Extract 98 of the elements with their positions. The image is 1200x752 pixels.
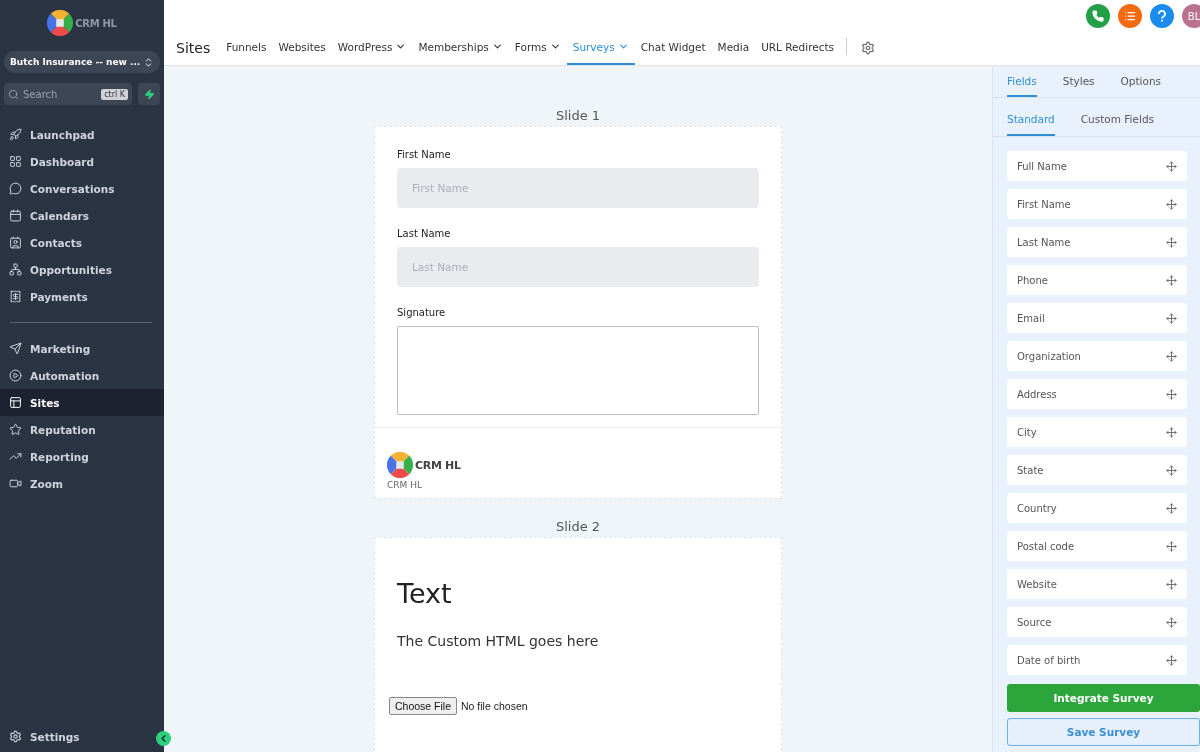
nav-tab[interactable]: Funnels xyxy=(220,30,273,65)
drag-handle-icon[interactable] xyxy=(1166,198,1177,210)
panel-tab[interactable]: Styles xyxy=(1062,66,1095,97)
drag-handle-icon[interactable] xyxy=(1166,616,1177,628)
list-button[interactable] xyxy=(1118,4,1142,28)
field-item[interactable]: City xyxy=(1007,417,1187,447)
nav-item[interactable]: Dashboard xyxy=(0,148,164,175)
nav-item[interactable]: Payments xyxy=(0,283,164,310)
drag-handle-icon[interactable] xyxy=(1166,388,1177,400)
logo-text: CRM HL xyxy=(415,458,461,472)
field-label: Last Name xyxy=(397,228,452,239)
nav-item[interactable]: Sites xyxy=(0,389,164,416)
field-item[interactable]: First Name xyxy=(1007,189,1187,219)
nav-item[interactable]: Conversations xyxy=(0,175,164,202)
nav-item[interactable]: Calendars xyxy=(0,202,164,229)
heading: Text xyxy=(397,578,453,609)
drag-handle-icon[interactable] xyxy=(1166,502,1177,514)
drag-handle-icon[interactable] xyxy=(1166,578,1177,590)
account-switcher[interactable]: Butch Insurance -- new ... xyxy=(4,51,160,73)
network-icon xyxy=(9,263,22,276)
search-icon xyxy=(8,88,19,100)
search-field[interactable]: Search ctrl K xyxy=(4,83,132,105)
signature-field[interactable] xyxy=(397,326,759,415)
field-item[interactable]: State xyxy=(1007,455,1187,485)
nav-tab[interactable]: Forms xyxy=(508,30,567,65)
avatar[interactable]: BL xyxy=(1182,4,1200,28)
field-item[interactable]: Address xyxy=(1007,379,1187,409)
nav-tab[interactable]: WordPress xyxy=(331,30,413,65)
nav-item[interactable]: Contacts xyxy=(0,229,164,256)
lightning-icon xyxy=(143,88,155,100)
logo-caption: CRM HL xyxy=(387,480,423,490)
shortcut-hint: ctrl K xyxy=(101,88,128,100)
contact-card-icon xyxy=(9,236,22,249)
field-item[interactable]: Country xyxy=(1007,493,1187,523)
slide-title: Slide 2 xyxy=(555,519,601,534)
field-item[interactable]: Phone xyxy=(1007,265,1187,295)
quick-action-button[interactable] xyxy=(138,83,160,105)
chat-icon xyxy=(9,182,22,195)
drag-handle-icon[interactable] xyxy=(1166,654,1177,666)
send-icon xyxy=(9,342,22,355)
drag-handle-icon[interactable] xyxy=(1166,426,1177,438)
logo-text: CRM HL xyxy=(75,17,117,29)
field-item[interactable]: Organization xyxy=(1007,341,1187,371)
drag-handle-icon[interactable] xyxy=(1166,160,1177,172)
logo-icon xyxy=(47,10,74,36)
nav-item[interactable]: Marketing xyxy=(0,335,164,362)
up-down-chevron-icon xyxy=(143,56,154,68)
help-button[interactable] xyxy=(1150,4,1174,28)
panel-tab[interactable]: Options xyxy=(1120,66,1162,97)
field-item[interactable]: Date of birth xyxy=(1007,645,1187,675)
nav-item[interactable]: Reputation xyxy=(0,416,164,443)
field-label: Signature xyxy=(397,307,447,318)
slide-title: Slide 1 xyxy=(555,108,601,123)
field-item[interactable]: Source xyxy=(1007,607,1187,637)
field-item[interactable]: Website xyxy=(1007,569,1187,599)
panel-subtab[interactable]: Custom Fields xyxy=(1080,104,1155,136)
field-label: First Name xyxy=(397,149,452,160)
nav-tab[interactable]: Media xyxy=(711,30,756,65)
nav-item[interactable]: Settings xyxy=(0,723,89,750)
nav-item[interactable]: Reporting xyxy=(0,443,164,470)
nav-tab[interactable]: Websites xyxy=(272,30,332,65)
drag-handle-icon[interactable] xyxy=(1166,464,1177,476)
phone-button[interactable] xyxy=(1086,4,1110,28)
drag-handle-icon[interactable] xyxy=(1166,350,1177,362)
drag-handle-icon[interactable] xyxy=(1166,540,1177,552)
paragraph: The Custom HTML goes here xyxy=(397,633,600,649)
nav-tab[interactable]: Memberships xyxy=(412,30,509,65)
nav-item[interactable]: Opportunities xyxy=(0,256,164,283)
choose-file-button[interactable]: Choose File xyxy=(389,697,458,715)
play-icon xyxy=(9,369,22,382)
grid-icon xyxy=(9,155,22,168)
rocket-icon xyxy=(9,128,22,141)
star-icon xyxy=(9,423,22,436)
settings-icon[interactable] xyxy=(861,40,876,55)
nav-item[interactable]: Launchpad xyxy=(0,121,164,148)
logo-icon xyxy=(387,452,413,478)
field-item[interactable]: Full Name xyxy=(1007,151,1187,181)
phone-icon xyxy=(1092,10,1104,22)
file-status: No file chosen xyxy=(461,700,528,712)
nav-tab[interactable]: Chat Widget xyxy=(634,30,712,65)
video-camera-icon xyxy=(9,477,22,490)
question-mark-icon xyxy=(1157,10,1167,22)
browser-window-icon xyxy=(9,396,22,409)
calendar-icon xyxy=(9,209,22,222)
nav-item[interactable]: Zoom xyxy=(0,470,164,497)
list-icon xyxy=(1124,10,1136,22)
drag-handle-icon[interactable] xyxy=(1166,236,1177,248)
page-title: Sites xyxy=(176,39,211,56)
drag-handle-icon[interactable] xyxy=(1166,312,1177,324)
field-item[interactable]: Email xyxy=(1007,303,1187,333)
settings-icon xyxy=(9,730,22,743)
trend-icon xyxy=(9,450,22,463)
nav-item[interactable]: Automation xyxy=(0,362,164,389)
field-item[interactable]: Postal code xyxy=(1007,531,1187,561)
receipt-icon xyxy=(9,290,22,303)
field-item[interactable]: Last Name xyxy=(1007,227,1187,257)
drag-handle-icon[interactable] xyxy=(1166,274,1177,286)
nav-tab[interactable]: URL Redirects xyxy=(755,30,841,65)
